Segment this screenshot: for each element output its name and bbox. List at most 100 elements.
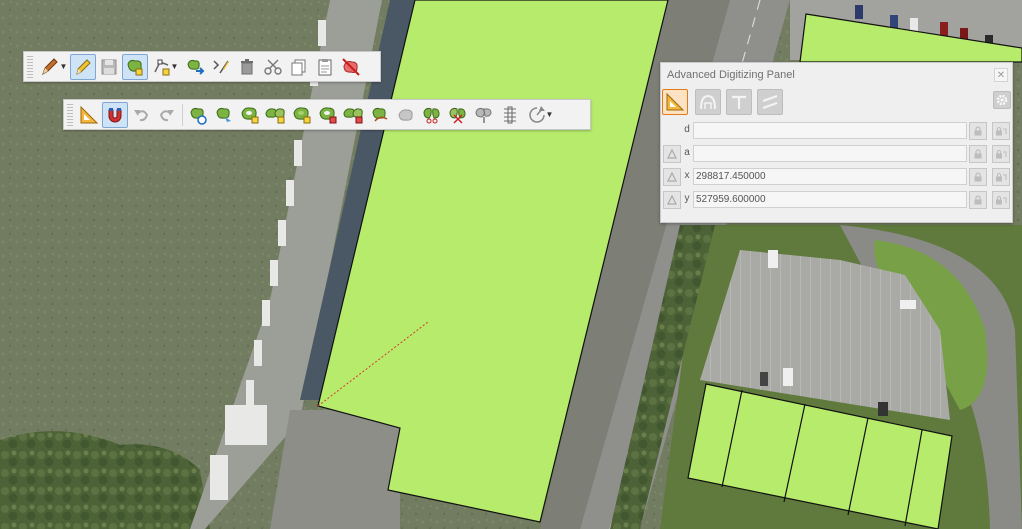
reshape-features-icon (372, 107, 388, 122)
digitize-with-segment-icon (342, 57, 360, 76)
digitize-with-segment-button[interactable] (338, 54, 364, 80)
toggle-editing-button[interactable] (70, 53, 96, 80)
add-polygon-feature-icon (127, 59, 143, 75)
toolbar-grip[interactable] (27, 55, 33, 78)
delete-ring-button[interactable] (315, 102, 341, 128)
modify-attributes-button[interactable] (208, 54, 234, 80)
y-repeating-lock-button[interactable] (992, 191, 1010, 209)
repeating-lock-icon (996, 150, 1007, 159)
snapping-magnet-icon (108, 107, 122, 122)
x-coordinate-field[interactable]: 298817.450000 (693, 168, 967, 185)
y-label: y (684, 193, 690, 204)
toolbar-grip[interactable] (67, 103, 73, 126)
fill-ring-icon (293, 106, 311, 123)
advanced-digitizing-button[interactable] (76, 102, 102, 128)
delete-part-button[interactable] (341, 102, 367, 128)
lock-icon (974, 126, 982, 136)
distance-row: d (661, 121, 1014, 141)
distance-repeating-lock-button[interactable] (992, 122, 1010, 140)
split-features-button[interactable] (419, 102, 445, 128)
angle-label: a (684, 147, 690, 158)
delete-ring-icon (319, 106, 337, 123)
x-repeating-lock-button[interactable] (992, 168, 1010, 186)
repeating-lock-icon (996, 127, 1007, 136)
construction-mode-button[interactable] (695, 89, 721, 115)
paste-features-button[interactable] (312, 54, 338, 80)
relative-delta-icon (667, 149, 677, 159)
perpendicular-icon (732, 95, 746, 109)
offset-curve-icon (398, 108, 413, 121)
lock-icon (974, 195, 982, 205)
vertex-tool-icon (153, 59, 170, 75)
add-part-icon (265, 107, 285, 123)
merge-features-button[interactable] (497, 102, 523, 128)
panel-settings-button[interactable] (993, 91, 1011, 109)
relative-delta-icon (667, 172, 677, 182)
panel-title-bar[interactable]: Advanced Digitizing Panel ✕ (661, 63, 1012, 87)
toggle-editing-pencil-icon (76, 58, 91, 75)
x-row: x 298817.450000 (661, 167, 1014, 187)
y-row: y 527959.600000 (661, 190, 1014, 210)
parallel-button[interactable] (757, 89, 783, 115)
copy-features-button[interactable] (286, 54, 312, 80)
angle-repeating-lock-button[interactable] (992, 145, 1010, 163)
fill-ring-button[interactable] (289, 102, 315, 128)
delete-selected-button[interactable] (234, 54, 260, 80)
enable-advanced-digitizing-button[interactable] (662, 89, 688, 115)
merge-features-icon (504, 106, 516, 123)
y-relative-button[interactable] (663, 191, 681, 209)
undo-icon (134, 109, 149, 121)
add-polygon-feature-button[interactable] (122, 53, 148, 80)
repeating-lock-icon (996, 196, 1007, 205)
distance-lock-button[interactable] (969, 122, 987, 140)
split-features-icon (423, 107, 440, 123)
rotate-feature-button[interactable] (185, 102, 211, 128)
lock-icon (974, 172, 982, 182)
advanced-digitizing-icon (80, 105, 99, 123)
lower-yard (270, 410, 400, 529)
save-edits-icon (101, 59, 117, 74)
cut-features-button[interactable] (260, 54, 286, 80)
split-parts-icon (449, 107, 466, 123)
redo-button[interactable] (154, 102, 180, 128)
close-button[interactable]: ✕ (994, 68, 1008, 82)
offset-curve-button[interactable] (393, 102, 419, 128)
advanced-digitizing-toolbar: ▼ (63, 99, 591, 130)
save-edits-button[interactable] (96, 54, 122, 80)
y-coordinate-field[interactable]: 527959.600000 (693, 191, 967, 208)
simplify-feature-button[interactable] (211, 102, 237, 128)
angle-lock-button[interactable] (969, 145, 987, 163)
x-relative-button[interactable] (663, 168, 681, 186)
undo-button[interactable] (128, 102, 154, 128)
merge-attributes-button[interactable] (471, 102, 497, 128)
angle-relative-button[interactable] (663, 145, 681, 163)
perpendicular-button[interactable] (726, 89, 752, 115)
simplify-feature-icon (216, 107, 231, 122)
add-part-button[interactable] (263, 102, 289, 128)
split-parts-button[interactable] (445, 102, 471, 128)
toolbar-separator (182, 103, 183, 126)
paste-features-icon (318, 58, 332, 75)
gear-icon (996, 94, 1008, 106)
add-ring-button[interactable] (237, 102, 263, 128)
x-lock-button[interactable] (969, 168, 987, 186)
vertex-tool-button[interactable]: ▼ (148, 54, 182, 80)
rotate-point-symbols-icon (528, 105, 545, 123)
lock-icon (974, 149, 982, 159)
advanced-digitizing-icon (666, 92, 685, 111)
rotate-point-symbols-button[interactable]: ▼ (523, 102, 557, 128)
y-lock-button[interactable] (969, 191, 987, 209)
snapping-button[interactable] (102, 101, 128, 128)
panel-title: Advanced Digitizing Panel (667, 69, 795, 81)
digitizing-toolbar: ▼ ▼ (23, 51, 381, 82)
distance-field[interactable] (693, 122, 967, 139)
angle-field[interactable] (693, 145, 967, 162)
current-edits-button[interactable]: ▼ (36, 54, 70, 80)
move-feature-button[interactable] (182, 54, 208, 80)
advanced-digitizing-panel: Advanced Digitizing Panel ✕ d a x 298817… (660, 62, 1013, 223)
construction-mode-icon (700, 94, 716, 110)
delete-part-icon (343, 107, 363, 123)
relative-delta-icon (667, 195, 677, 205)
merge-attributes-icon (475, 107, 492, 123)
reshape-features-button[interactable] (367, 102, 393, 128)
